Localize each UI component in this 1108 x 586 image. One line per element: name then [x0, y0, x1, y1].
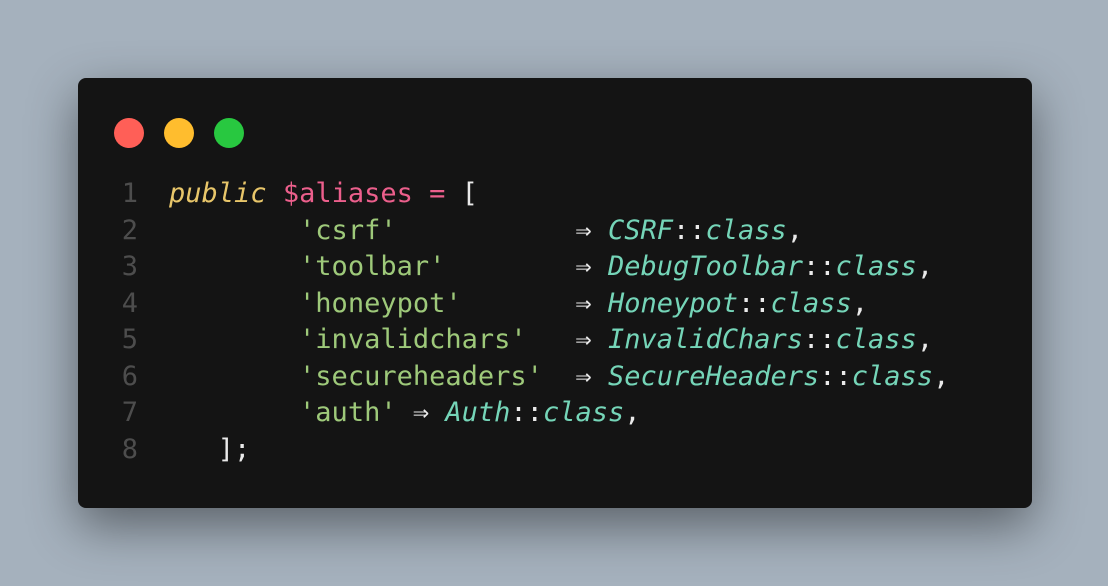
- window-controls: [114, 118, 264, 148]
- code-token: ⇒: [575, 360, 592, 392]
- code-token: 'invalidchars': [299, 324, 527, 355]
- code-token: =: [429, 178, 446, 209]
- line-number: 1: [121, 178, 138, 209]
- code-token: class: [770, 287, 852, 319]
- close-dot-icon[interactable]: [114, 118, 144, 148]
- code-token: ⇒: [575, 324, 592, 355]
- code-token: DebugToolbar: [607, 251, 804, 282]
- code-token: ,: [933, 360, 950, 392]
- code-line: 7 'auth' ⇒ Auth::class,: [78, 395, 1032, 432]
- line-number: 4: [121, 287, 138, 319]
- code-token: CSRF: [607, 214, 673, 246]
- code-token: $aliases: [282, 178, 413, 209]
- code-token: Auth: [445, 397, 511, 428]
- code-token: ⇒: [412, 397, 430, 428]
- line-number: 6: [121, 360, 138, 392]
- code-line-content: public $aliases = [: [138, 176, 478, 213]
- code-line-content: 'csrf' ⇒ CSRF::class,: [138, 213, 803, 250]
- code-token: class: [835, 251, 917, 282]
- line-number: 8: [121, 433, 138, 465]
- code-token: ,: [916, 324, 934, 355]
- code-token: 'csrf': [299, 214, 397, 246]
- code-line-content: 'invalidchars' ⇒ InvalidChars::class,: [138, 322, 933, 359]
- code-token: class: [542, 397, 625, 428]
- code-line: 1 public $aliases = [: [78, 176, 1032, 213]
- code-token: ⇒: [575, 287, 592, 319]
- code-token: class: [851, 360, 934, 392]
- code-token: SecureHeaders: [607, 360, 820, 392]
- code-line-content: 'honeypot' ⇒ Honeypot::class,: [138, 286, 868, 323]
- code-line: 8 ];: [78, 432, 1032, 469]
- line-number: 3: [121, 251, 138, 282]
- code-token: ,: [851, 287, 869, 319]
- line-number: 7: [121, 397, 138, 428]
- line-number: 5: [121, 324, 138, 355]
- code-token: ,: [786, 214, 804, 246]
- code-line-content: 'secureheaders' ⇒ SecureHeaders::class,: [138, 359, 949, 396]
- code-token: ⇒: [575, 214, 592, 246]
- code-window: 1 public $aliases = [2 'csrf' ⇒ CSRF::cla…: [78, 78, 1032, 508]
- code-token: class: [705, 214, 787, 246]
- code-token: ⇒: [575, 251, 592, 282]
- code-token: ,: [624, 397, 641, 428]
- code-token: InvalidChars: [607, 324, 804, 355]
- code-block: 1 public $aliases = [2 'csrf' ⇒ CSRF::cla…: [78, 176, 1032, 468]
- code-token: class: [835, 324, 917, 355]
- code-token: ::: [737, 287, 771, 319]
- code-token: public: [169, 178, 267, 209]
- maximize-dot-icon[interactable]: [214, 118, 244, 148]
- code-line: 2 'csrf' ⇒ CSRF::class,: [78, 213, 1032, 250]
- code-token: ::: [803, 251, 836, 282]
- code-token: Honeypot: [607, 287, 738, 319]
- code-line-content: 'toolbar' ⇒ DebugToolbar::class,: [138, 249, 933, 286]
- code-token: 'auth': [299, 397, 397, 428]
- code-line: 5 'invalidchars' ⇒ InvalidChars::class,: [78, 322, 1032, 359]
- code-token: ::: [672, 214, 706, 246]
- code-line-content: 'auth' ⇒ Auth::class,: [138, 395, 640, 432]
- code-line: 6 'secureheaders' ⇒ SecureHeaders::class…: [78, 359, 1032, 396]
- code-token: ::: [819, 360, 852, 392]
- code-token: 'toolbar': [299, 251, 446, 282]
- code-token: ::: [803, 324, 836, 355]
- code-token: ::: [510, 397, 543, 428]
- code-line-content: ];: [138, 432, 251, 469]
- code-token: ];: [169, 433, 251, 465]
- code-line: 3 'toolbar' ⇒ DebugToolbar::class,: [78, 249, 1032, 286]
- code-token: ,: [916, 251, 934, 282]
- code-token: [: [445, 178, 478, 209]
- code-line: 4 'honeypot' ⇒ Honeypot::class,: [78, 286, 1032, 323]
- line-number: 2: [121, 214, 138, 246]
- code-token: 'secureheaders': [299, 360, 543, 392]
- minimize-dot-icon[interactable]: [164, 118, 194, 148]
- code-token: 'honeypot': [299, 287, 462, 319]
